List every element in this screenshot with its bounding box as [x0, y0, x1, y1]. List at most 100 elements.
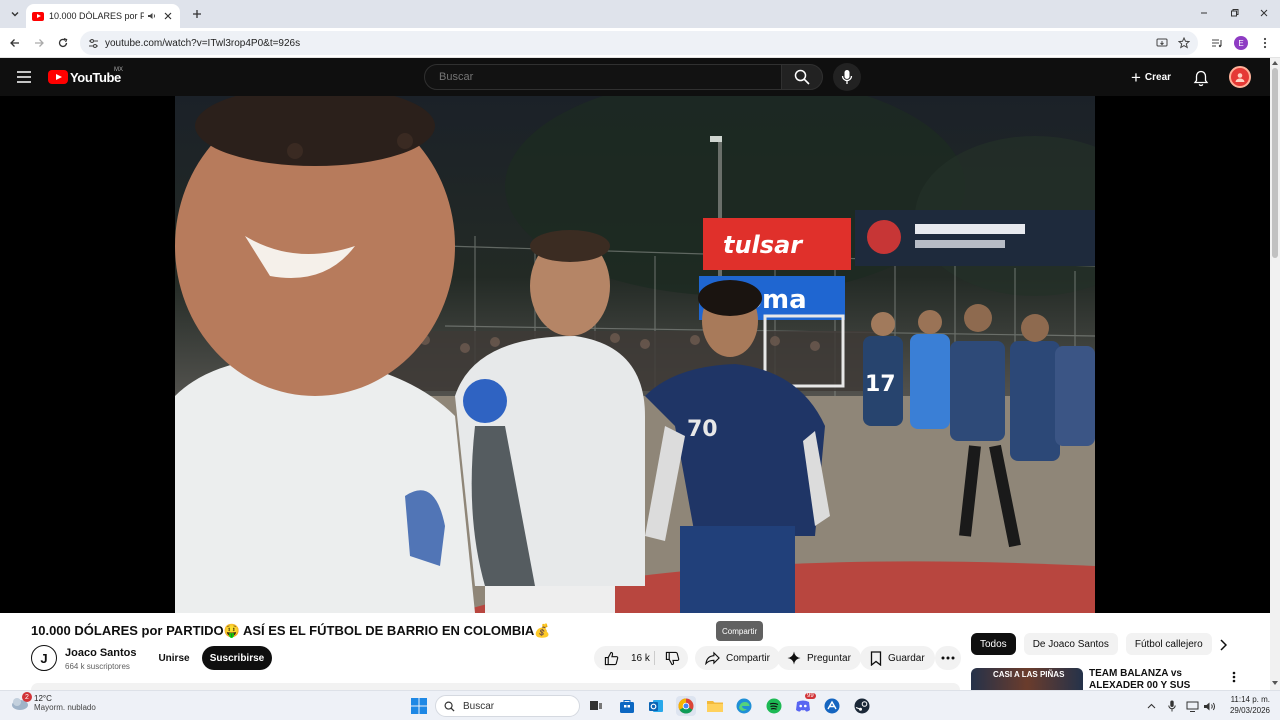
create-label: Crear: [1144, 71, 1172, 83]
reload-icon[interactable]: [54, 34, 72, 52]
create-button[interactable]: + Crear: [1122, 64, 1180, 90]
steam-icon[interactable]: [852, 696, 872, 716]
banner-text-tulsar: tulsar: [723, 231, 804, 259]
account-avatar[interactable]: [1229, 66, 1251, 88]
description-box[interactable]: [31, 683, 960, 690]
save-label: Guardar: [888, 652, 925, 664]
browser-toolbar: youtube.com/watch?v=ITwl3rop4P0&t=926s E: [0, 28, 1280, 58]
windows-taskbar: 2 12°C Mayorm. nublado Buscar 99 11:14 p…: [0, 690, 1280, 720]
browser-tab-active[interactable]: 10.000 DÓLARES por PARTI: [26, 4, 180, 28]
recommended-video-title[interactable]: TEAM BALANZA vs ALEXADER 00 Y SUS ESTREL…: [1089, 668, 1223, 690]
microsoft-store-icon[interactable]: [617, 696, 637, 716]
tab-title: 10.000 DÓLARES por PARTI: [49, 11, 144, 21]
taskbar-search-label: Buscar: [463, 700, 495, 712]
outlook-icon[interactable]: [646, 696, 666, 716]
video-player[interactable]: tulsar zoma 17 70: [0, 96, 1270, 613]
jersey-number-17: 17: [865, 372, 896, 397]
bookmark-icon: [870, 650, 882, 666]
channel-avatar[interactable]: J: [31, 645, 57, 671]
youtube-logo[interactable]: YouTube: [48, 68, 121, 86]
tray-chevron-up-icon[interactable]: [1143, 698, 1159, 714]
microphone-tray-icon[interactable]: [1164, 698, 1180, 714]
hamburger-menu-icon[interactable]: [14, 67, 34, 87]
user-icon: [1235, 73, 1245, 82]
notifications-bell-icon[interactable]: [1190, 67, 1212, 89]
taskbar-clock[interactable]: 11:14 p. m. 29/03/2026: [1222, 694, 1270, 716]
more-actions-icon[interactable]: [935, 646, 961, 670]
remote-app-icon[interactable]: [822, 696, 842, 716]
scroll-down-arrow-icon[interactable]: [1270, 678, 1280, 688]
voice-search-button[interactable]: [833, 63, 861, 91]
install-app-icon[interactable]: [1154, 35, 1170, 51]
channel-name[interactable]: Joaco Santos: [65, 647, 137, 659]
microphone-icon: [841, 70, 853, 84]
window-close-icon[interactable]: [1254, 4, 1274, 22]
scroll-up-arrow-icon[interactable]: [1270, 58, 1280, 68]
share-label: Compartir: [726, 652, 770, 664]
dislike-button[interactable]: [658, 646, 686, 670]
site-info-tune-icon[interactable]: [85, 35, 101, 51]
profile-avatar[interactable]: E: [1232, 34, 1250, 52]
save-button[interactable]: Guardar: [860, 646, 935, 670]
page-scrollbar[interactable]: [1270, 58, 1280, 690]
tab-list-chevron-icon[interactable]: [6, 5, 24, 23]
network-icon[interactable]: [1184, 698, 1200, 714]
subscribe-button[interactable]: Suscribirse: [202, 646, 272, 670]
search-icon: [444, 701, 455, 712]
chrome-taskbar-icon[interactable]: [676, 696, 696, 716]
subscriber-count: 664 k suscriptores: [65, 662, 130, 671]
back-arrow-icon[interactable]: [6, 34, 24, 52]
weather-alert-badge: 2: [22, 692, 32, 702]
windows-start-icon[interactable]: [409, 696, 429, 716]
ask-label: Preguntar: [807, 652, 851, 664]
share-button[interactable]: Compartir: [695, 646, 780, 670]
like-button[interactable]: 16 k: [594, 646, 652, 670]
discord-icon[interactable]: 99: [793, 693, 816, 716]
recommended-menu-kebab-icon[interactable]: [1226, 669, 1242, 685]
tab-close-icon[interactable]: [162, 10, 174, 22]
video-title: 10.000 DÓLARES por PARTIDO🤑 ASÍ ES EL FÚ…: [31, 623, 551, 638]
search-icon: [794, 69, 810, 85]
search-input[interactable]: [439, 71, 739, 83]
ask-button[interactable]: Preguntar: [777, 646, 861, 670]
thumbs-down-icon: [665, 651, 679, 665]
browser-menu-kebab-icon[interactable]: [1256, 34, 1274, 52]
window-restore-icon[interactable]: [1224, 4, 1244, 22]
youtube-play-logo-icon: [48, 70, 68, 84]
share-tooltip: Compartir: [716, 621, 764, 641]
youtube-header: YouTube MX + Crear: [0, 58, 1270, 96]
task-view-icon[interactable]: [586, 696, 606, 716]
chip-todos[interactable]: Todos: [971, 633, 1016, 655]
country-code: MX: [114, 67, 123, 73]
forward-arrow-icon[interactable]: [30, 34, 48, 52]
recommended-video-thumbnail[interactable]: CASI A LAS PIÑAS: [971, 668, 1083, 690]
media-controls-icon[interactable]: [1208, 34, 1226, 52]
search-button[interactable]: [781, 64, 823, 90]
new-tab-plus-icon[interactable]: [188, 5, 206, 23]
taskbar-search-box[interactable]: Buscar: [435, 695, 580, 717]
like-count: 16 k: [631, 652, 650, 664]
chip-de-joaco-santos[interactable]: De Joaco Santos: [1023, 633, 1118, 655]
discord-badge: 99: [805, 693, 816, 699]
watch-metadata: 10.000 DÓLARES por PARTIDO🤑 ASÍ ES EL FÚ…: [0, 613, 1270, 690]
sparkle-icon: [787, 651, 801, 665]
address-bar[interactable]: youtube.com/watch?v=ITwl3rop4P0&t=926s: [80, 31, 1198, 55]
weather-widget[interactable]: 2 12°C Mayorm. nublado: [10, 692, 96, 712]
browser-tab-strip: 10.000 DÓLARES por PARTI: [0, 0, 1280, 28]
edge-icon[interactable]: [734, 696, 754, 716]
volume-icon[interactable]: [1201, 698, 1217, 714]
file-explorer-icon[interactable]: [705, 696, 725, 716]
scrollbar-thumb[interactable]: [1272, 68, 1278, 258]
share-arrow-icon: [705, 651, 720, 665]
spotify-icon[interactable]: [764, 696, 784, 716]
related-filter-chips: Todos De Joaco Santos Fútbol callejero: [971, 633, 1220, 655]
video-frame[interactable]: tulsar zoma 17 70: [175, 96, 1095, 613]
bookmark-star-icon[interactable]: [1176, 35, 1192, 51]
window-minimize-icon[interactable]: [1194, 4, 1214, 22]
join-button[interactable]: Unirse: [150, 646, 198, 670]
jersey-number-70: 70: [687, 417, 718, 442]
chips-next-chevron-icon[interactable]: [1212, 634, 1234, 656]
clock-time: 11:14 p. m.: [1230, 695, 1270, 704]
tab-audio-icon[interactable]: [147, 11, 157, 21]
chip-futbol-callejero[interactable]: Fútbol callejero: [1125, 633, 1212, 655]
